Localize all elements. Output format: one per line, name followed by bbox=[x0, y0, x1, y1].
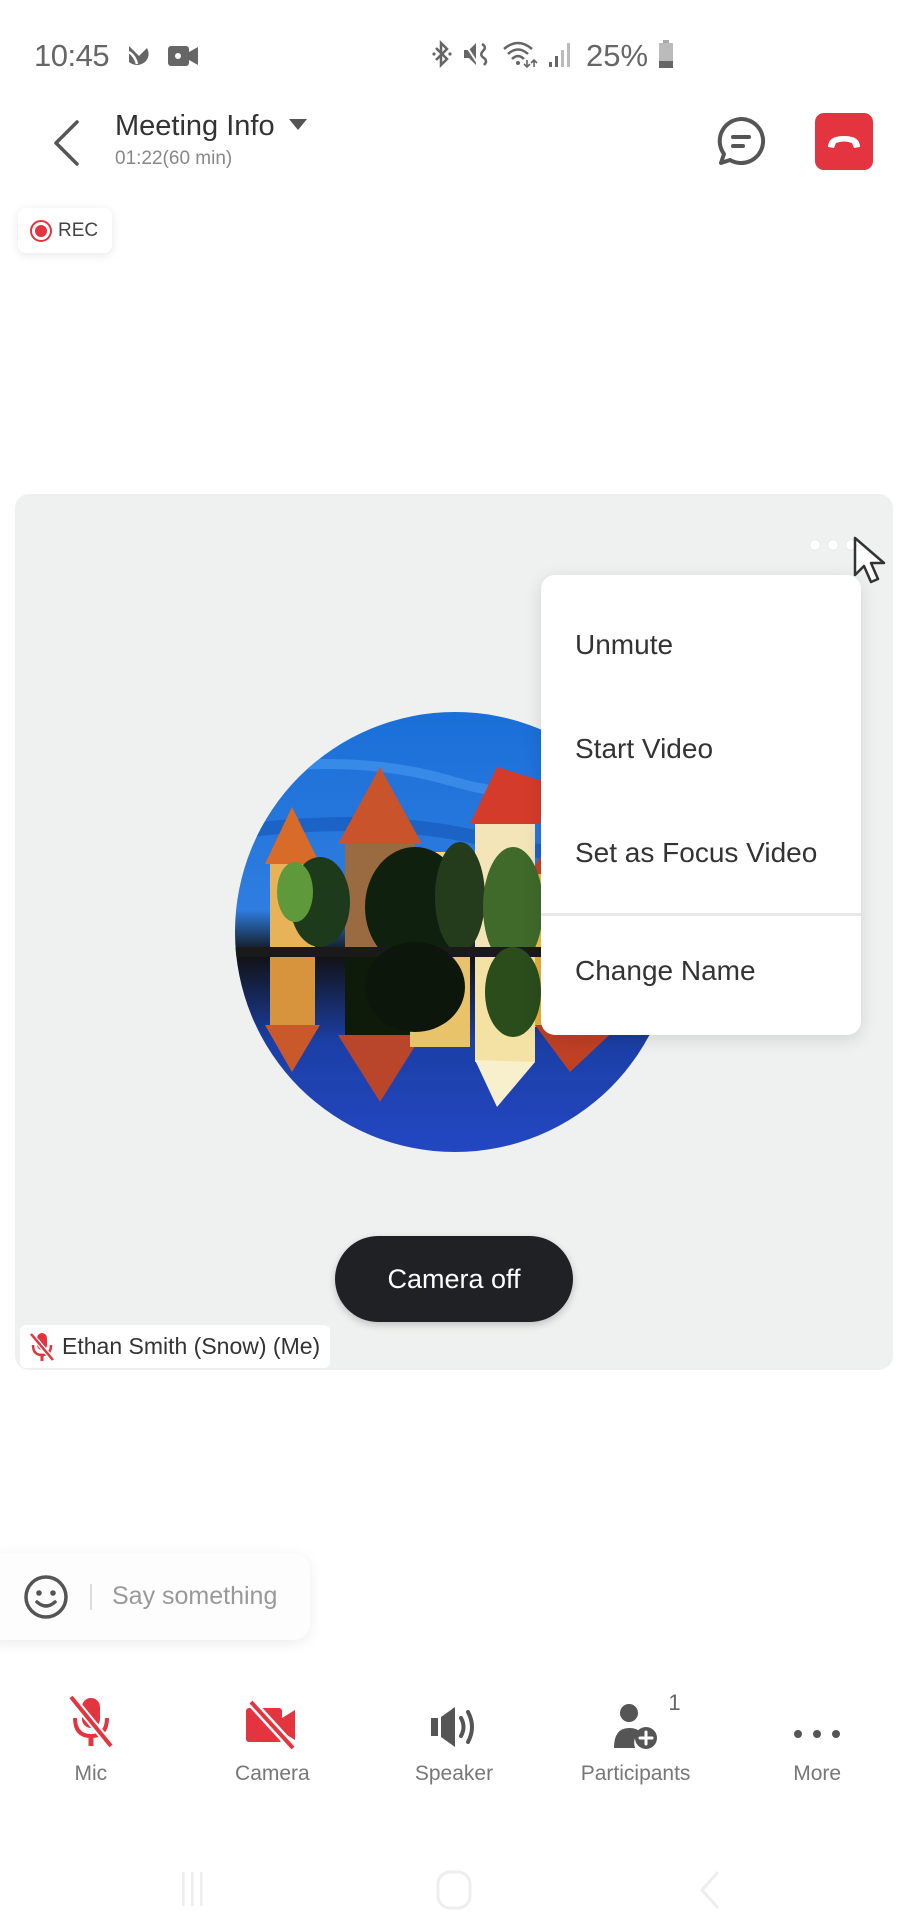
participants-icon bbox=[613, 1704, 657, 1749]
menu-item-change-name[interactable]: Change Name bbox=[541, 916, 861, 1026]
back-button[interactable] bbox=[44, 115, 88, 171]
dot-icon bbox=[828, 540, 838, 550]
recent-apps-icon[interactable] bbox=[180, 1870, 204, 1908]
more-button[interactable]: More bbox=[726, 1690, 908, 1800]
chat-input-bar bbox=[0, 1553, 310, 1640]
meeting-duration: 01:22(60 min) bbox=[115, 148, 233, 169]
recording-badge: REC bbox=[18, 208, 112, 253]
home-icon[interactable] bbox=[434, 1870, 474, 1910]
camera-label: Camera bbox=[235, 1762, 310, 1785]
mic-label: Mic bbox=[74, 1762, 108, 1785]
emoji-icon[interactable] bbox=[22, 1573, 70, 1621]
status-bar: 10:45 25% bbox=[0, 0, 908, 100]
participant-name-label: Ethan Smith (Snow) (Me) bbox=[20, 1325, 331, 1368]
dot-icon bbox=[810, 540, 820, 550]
menu-item-unmute[interactable]: Unmute bbox=[541, 593, 861, 697]
mic-off-icon bbox=[29, 1331, 55, 1362]
battery-icon bbox=[658, 39, 674, 74]
status-time: 10:45 bbox=[34, 38, 110, 73]
more-label: More bbox=[793, 1762, 842, 1785]
record-icon bbox=[30, 219, 52, 242]
dot-icon bbox=[846, 540, 856, 550]
chevron-left-icon bbox=[54, 120, 79, 166]
signal-icon bbox=[548, 40, 572, 73]
meeting-info: Meeting Info 01:22(60 min) bbox=[115, 110, 307, 170]
chat-message-input[interactable] bbox=[112, 1582, 302, 1611]
participants-label: Participants bbox=[580, 1762, 691, 1785]
wifi-icon bbox=[502, 40, 538, 73]
recording-label: REC bbox=[58, 219, 99, 241]
chat-button[interactable] bbox=[713, 113, 769, 169]
hang-up-icon bbox=[828, 135, 860, 148]
chat-bubble-icon bbox=[717, 116, 766, 165]
camera-off-toast: Camera off bbox=[335, 1236, 573, 1322]
end-call-button[interactable] bbox=[815, 113, 873, 170]
mic-button[interactable]: Mic bbox=[0, 1690, 182, 1800]
speaker-label: Speaker bbox=[414, 1762, 494, 1785]
bluetooth-icon bbox=[432, 39, 452, 73]
speaker-icon bbox=[430, 1707, 474, 1747]
participant-context-menu: Unmute Start Video Set as Focus Video Ch… bbox=[541, 575, 861, 1035]
page-title: Meeting Info bbox=[115, 110, 275, 142]
caret-down-icon bbox=[288, 119, 307, 130]
cast-icon bbox=[125, 42, 155, 75]
video-recording-icon bbox=[167, 44, 199, 73]
speaker-button[interactable]: Speaker bbox=[363, 1690, 545, 1800]
menu-item-start-video[interactable]: Start Video bbox=[541, 697, 861, 801]
participant-name: Ethan Smith (Snow) (Me) bbox=[62, 1333, 321, 1359]
camera-button[interactable]: Camera bbox=[182, 1690, 364, 1800]
mute-vibrate-icon bbox=[462, 40, 492, 73]
back-nav-icon[interactable] bbox=[698, 1870, 722, 1910]
meeting-toolbar: Mic Camera Speaker 1 Participants More bbox=[0, 1690, 908, 1800]
tile-more-button[interactable] bbox=[810, 540, 856, 550]
menu-item-set-focus-video[interactable]: Set as Focus Video bbox=[541, 801, 861, 905]
battery-percent: 25% bbox=[586, 38, 649, 73]
mic-off-icon bbox=[67, 1694, 114, 1749]
input-separator bbox=[90, 1583, 92, 1610]
participants-count: 1 bbox=[668, 1690, 681, 1715]
camera-off-icon bbox=[246, 1700, 297, 1750]
system-nav-bar bbox=[0, 1840, 908, 1920]
participants-button[interactable]: 1 Participants bbox=[545, 1690, 727, 1800]
meeting-info-dropdown[interactable]: Meeting Info bbox=[115, 110, 307, 143]
more-icon bbox=[794, 1730, 841, 1738]
